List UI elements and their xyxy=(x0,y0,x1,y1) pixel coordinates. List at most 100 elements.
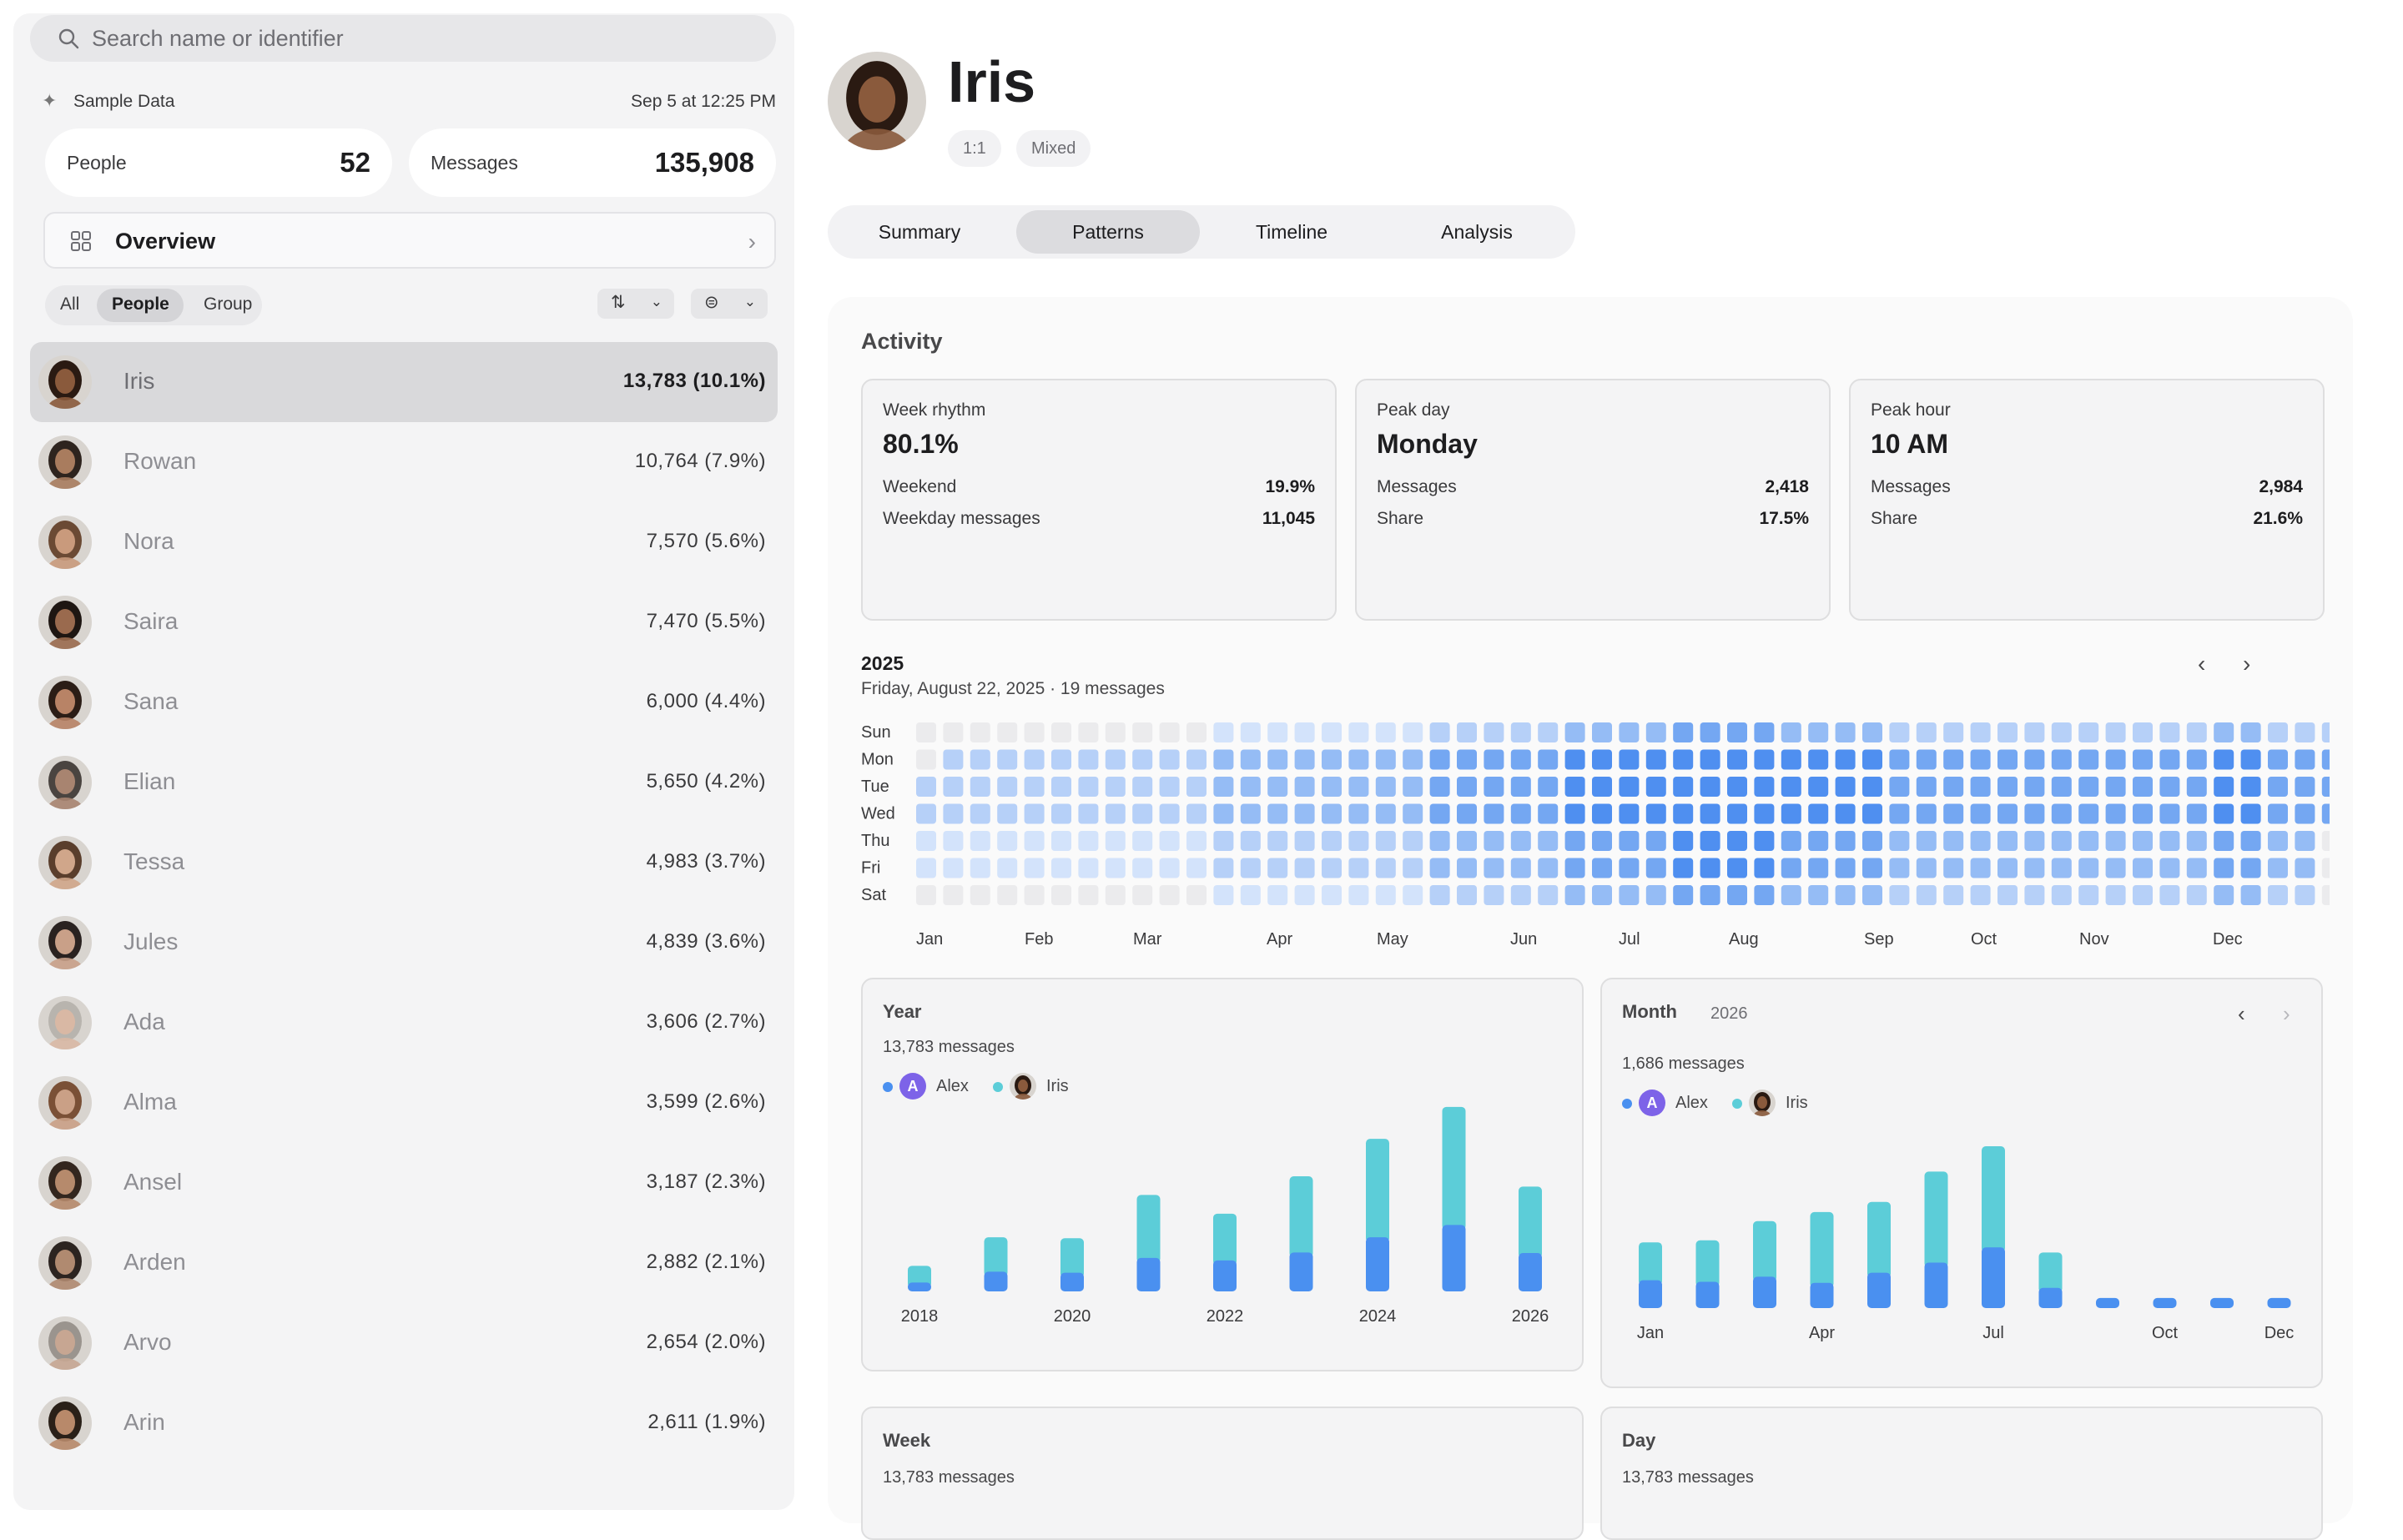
heatmap-cell[interactable] xyxy=(1916,831,1937,851)
heatmap-cell[interactable] xyxy=(2105,885,2126,905)
heatmap-cell[interactable] xyxy=(1673,858,1694,878)
heatmap-cell[interactable] xyxy=(1132,777,1153,797)
heatmap-cell[interactable] xyxy=(1132,885,1153,905)
heatmap-cell[interactable] xyxy=(1078,777,1099,797)
heatmap-cell[interactable] xyxy=(2186,885,2207,905)
heatmap-cell[interactable] xyxy=(1186,803,1207,824)
heatmap-cell[interactable] xyxy=(1322,749,1342,770)
heatmap-cell[interactable] xyxy=(1700,777,1720,797)
heatmap-cell[interactable] xyxy=(1808,803,1829,824)
heatmap-cell[interactable] xyxy=(1322,722,1342,742)
bar-alex[interactable] xyxy=(1060,1272,1084,1291)
heatmap-cell[interactable] xyxy=(1943,722,1964,742)
heatmap-cell[interactable] xyxy=(1700,722,1720,742)
person-row[interactable]: Rowan 10,764 (7.9%) xyxy=(30,422,778,502)
heatmap-cell[interactable] xyxy=(1970,885,1991,905)
person-row[interactable]: Arden 2,882 (2.1%) xyxy=(30,1223,778,1303)
heatmap-cell[interactable] xyxy=(2321,777,2330,797)
person-row[interactable]: Elian 5,650 (4.2%) xyxy=(30,742,778,823)
heatmap-cell[interactable] xyxy=(1322,885,1342,905)
heatmap-cell[interactable] xyxy=(1862,777,1882,797)
heatmap-cell[interactable] xyxy=(2133,777,2153,797)
heatmap-cell[interactable] xyxy=(1645,749,1666,770)
heatmap-cell[interactable] xyxy=(1592,749,1612,770)
heatmap-cell[interactable] xyxy=(1240,777,1261,797)
heatmap-cell[interactable] xyxy=(2214,777,2234,797)
heatmap-cell[interactable] xyxy=(1781,885,1801,905)
heatmap-cell[interactable] xyxy=(1970,803,1991,824)
heatmap-cell[interactable] xyxy=(1889,749,1910,770)
heatmap-cell[interactable] xyxy=(2214,831,2234,851)
heatmap-cell[interactable] xyxy=(1592,777,1612,797)
heatmap-cell[interactable] xyxy=(1862,831,1882,851)
person-row[interactable]: Arin 2,611 (1.9%) xyxy=(30,1383,778,1463)
heatmap-cell[interactable] xyxy=(1403,803,1423,824)
bar-alex[interactable] xyxy=(1810,1282,1834,1308)
bar-alex[interactable] xyxy=(1289,1252,1313,1291)
heatmap-cell[interactable] xyxy=(2240,831,2261,851)
bar-iris[interactable] xyxy=(1924,1171,1948,1268)
heatmap-cell[interactable] xyxy=(2321,885,2330,905)
heatmap-cell[interactable] xyxy=(2159,749,2180,770)
heatmap-cell[interactable] xyxy=(2186,749,2207,770)
heatmap-cell[interactable] xyxy=(1348,777,1369,797)
heatmap-cell[interactable] xyxy=(1510,722,1531,742)
heatmap-cell[interactable] xyxy=(1997,858,2018,878)
heatmap-cell[interactable] xyxy=(1105,831,1126,851)
bar-iris[interactable] xyxy=(1519,1186,1542,1258)
heatmap-cell[interactable] xyxy=(2078,722,2099,742)
heatmap-cell[interactable] xyxy=(1375,749,1396,770)
tab-summary[interactable]: Summary xyxy=(828,210,1011,254)
heatmap-cell[interactable] xyxy=(1673,749,1694,770)
heatmap-cell[interactable] xyxy=(1997,831,2018,851)
heatmap-cell[interactable] xyxy=(1051,722,1071,742)
heatmap-cell[interactable] xyxy=(1240,749,1261,770)
heatmap-cell[interactable] xyxy=(1970,722,1991,742)
search-input[interactable] xyxy=(92,22,759,55)
heatmap-cell[interactable] xyxy=(1457,885,1477,905)
heatmap-cell[interactable] xyxy=(1700,885,1720,905)
heatmap-cell[interactable] xyxy=(2024,803,2045,824)
filter-all[interactable]: All xyxy=(60,294,79,315)
heatmap-cell[interactable] xyxy=(1970,858,1991,878)
heatmap-cell[interactable] xyxy=(2268,722,2288,742)
heatmap-cell[interactable] xyxy=(1429,777,1450,797)
heatmap-cell[interactable] xyxy=(1916,722,1937,742)
heatmap-cell[interactable] xyxy=(1916,858,1937,878)
heatmap-cell[interactable] xyxy=(1348,722,1369,742)
heatmap-cell[interactable] xyxy=(1132,749,1153,770)
heatmap-cell[interactable] xyxy=(2105,803,2126,824)
heatmap-cell[interactable] xyxy=(1294,831,1315,851)
bar-iris[interactable] xyxy=(1639,1242,1662,1286)
heatmap-cell[interactable] xyxy=(2240,885,2261,905)
heatmap-cell[interactable] xyxy=(970,777,990,797)
heatmap-cell[interactable] xyxy=(1781,858,1801,878)
heatmap-cell[interactable] xyxy=(1186,885,1207,905)
heatmap-cell[interactable] xyxy=(997,749,1018,770)
filter-people[interactable]: People xyxy=(112,294,169,315)
bar-alex[interactable] xyxy=(1924,1262,1948,1308)
heatmap-cell[interactable] xyxy=(1754,777,1775,797)
heatmap-cell[interactable] xyxy=(2186,777,2207,797)
heatmap-cell[interactable] xyxy=(1213,831,1234,851)
heatmap-cell[interactable] xyxy=(1484,858,1504,878)
heatmap-cell[interactable] xyxy=(1619,803,1640,824)
heatmap-cell[interactable] xyxy=(2214,803,2234,824)
heatmap-cell[interactable] xyxy=(970,722,990,742)
heatmap-cell[interactable] xyxy=(916,777,936,797)
heatmap-cell[interactable] xyxy=(1808,777,1829,797)
heatmap-cell[interactable] xyxy=(1862,722,1882,742)
heatmap-cell[interactable] xyxy=(1429,749,1450,770)
bar-alex[interactable] xyxy=(1982,1247,2005,1308)
bar-alex[interactable] xyxy=(2096,1297,2119,1308)
heatmap-cell[interactable] xyxy=(1538,722,1559,742)
heatmap-cell[interactable] xyxy=(1592,858,1612,878)
heatmap-cell[interactable] xyxy=(1024,858,1045,878)
heatmap-cell[interactable] xyxy=(1754,858,1775,878)
heatmap-cell[interactable] xyxy=(1240,858,1261,878)
bar-alex[interactable] xyxy=(2038,1287,2063,1308)
heatmap-cell[interactable] xyxy=(2024,885,2045,905)
bar-iris[interactable] xyxy=(1366,1139,1389,1243)
bar-alex[interactable] xyxy=(2210,1297,2234,1308)
heatmap-cell[interactable] xyxy=(1727,831,1747,851)
